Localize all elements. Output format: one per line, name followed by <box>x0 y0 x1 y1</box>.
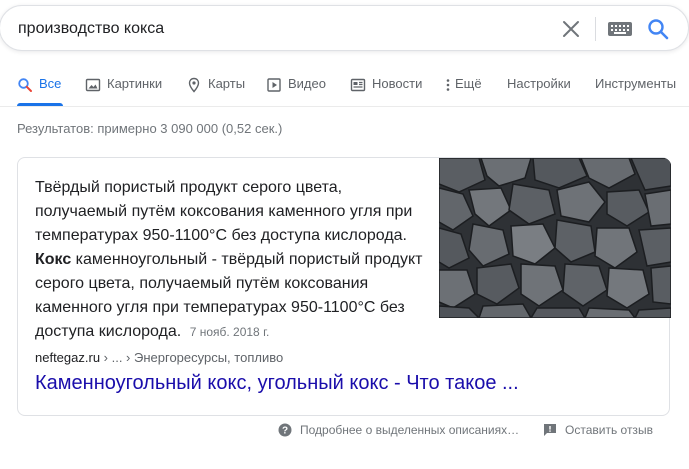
feedback-label: Оставить отзыв <box>565 423 653 437</box>
image-icon <box>85 78 101 92</box>
help-icon: ? <box>278 423 292 437</box>
result-stats: Результатов: примерно 3 090 000 (0,52 се… <box>17 121 283 136</box>
breadcrumb-path: Энергоресурсы, топливо <box>134 350 284 365</box>
search-button[interactable] <box>646 17 670 41</box>
map-pin-icon <box>188 77 200 93</box>
keyboard-button[interactable] <box>607 20 633 38</box>
search-bar <box>0 5 689 51</box>
tabs-divider <box>0 106 689 107</box>
tab-label: Картинки <box>107 76 163 91</box>
search-icon <box>648 19 669 40</box>
snippet-bold-term: Кокс <box>35 251 72 268</box>
tab-maps[interactable]: Карты <box>186 72 245 106</box>
tab-label: Инструменты <box>595 76 677 91</box>
tab-label: Все <box>39 76 62 91</box>
tab-news[interactable]: Новости <box>350 72 422 106</box>
search-icon <box>18 78 32 92</box>
keyboard-icon <box>608 22 632 36</box>
tab-label: Карты <box>208 76 246 91</box>
tab-video[interactable]: Видео <box>266 72 326 106</box>
clear-search-button[interactable] <box>560 18 582 40</box>
tab-label: Новости <box>372 76 423 91</box>
snippet-date: 7 нояб. 2018 г. <box>189 325 270 339</box>
more-vert-icon <box>446 79 450 91</box>
tab-label: Настройки <box>507 76 571 91</box>
about-snippets-link[interactable]: ? Подробнее о выделенных описаниях… <box>278 423 519 437</box>
svg-text:?: ? <box>282 426 288 437</box>
coke-photo <box>439 158 671 318</box>
feedback-link[interactable]: Оставить отзыв <box>543 423 653 437</box>
close-icon <box>563 21 579 37</box>
feedback-icon <box>544 424 556 436</box>
result-title-link[interactable]: Каменноугольный кокс, угольный кокс - Чт… <box>35 372 519 395</box>
tab-all[interactable]: Все <box>17 72 64 106</box>
search-input[interactable] <box>18 17 538 41</box>
coal-coke-image[interactable] <box>439 158 671 318</box>
tab-tools[interactable]: Инструменты <box>595 72 676 106</box>
result-breadcrumb: neftegaz.ru › ... › Энергоресурсы, топли… <box>35 350 283 365</box>
snippet-part1: Твёрдый пористый продукт серого цвета, п… <box>35 179 413 244</box>
tab-images[interactable]: Картинки <box>85 72 162 106</box>
tab-more[interactable]: Ещё <box>445 72 482 106</box>
about-snippets-label: Подробнее о выделенных описаниях… <box>300 423 520 437</box>
featured-snippet-card: Твёрдый пористый продукт серого цвета, п… <box>17 157 671 416</box>
searchbar-divider <box>595 17 596 41</box>
breadcrumb-site: neftegaz.ru <box>35 350 101 365</box>
video-icon <box>267 78 281 92</box>
tab-label: Ещё <box>455 76 482 91</box>
search-tabs: Все Картинки Карты Видео Новости Ещё Нас… <box>0 72 689 106</box>
snippet-text: Твёрдый пористый продукт серого цвета, п… <box>35 176 427 344</box>
news-icon <box>350 78 366 92</box>
breadcrumb-separator: › ... › <box>100 350 134 365</box>
tab-label: Видео <box>288 76 326 91</box>
tab-settings[interactable]: Настройки <box>507 72 571 106</box>
